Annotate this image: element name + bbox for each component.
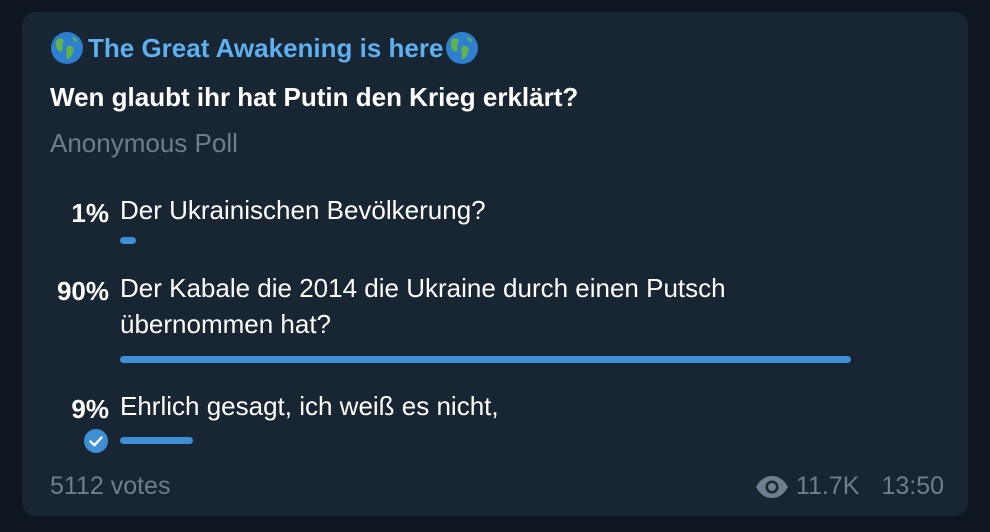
- option-result-fill: [120, 437, 194, 444]
- option-result-bar: [120, 356, 932, 363]
- option-text: Ehrlich gesagt, ich weiß es nicht,: [120, 391, 499, 421]
- chosen-check-icon: [84, 429, 108, 453]
- earth-globe-icon: [51, 32, 83, 64]
- eye-icon: [755, 475, 788, 498]
- option-text: Der Kabale die 2014 die Ukraine durch ei…: [120, 273, 726, 339]
- message-time: 13:50: [881, 472, 944, 500]
- option-text: Der Ukrainischen Bevölkerung?: [120, 195, 486, 225]
- poll-type-label: Anonymous Poll: [50, 128, 238, 158]
- option-percent: 9%: [71, 394, 109, 424]
- vote-count[interactable]: 5112 votes: [50, 472, 170, 501]
- option-percent: 1%: [71, 198, 109, 228]
- channel-name: The Great Awakening is here: [88, 32, 444, 63]
- option-result-fill: [120, 356, 851, 363]
- view-count: 11.7K: [795, 472, 860, 500]
- poll-message-card: The Great Awakening is here Wen glaubt i…: [22, 12, 968, 516]
- poll-question: Wen glaubt ihr hat Putin den Krieg erklä…: [50, 82, 579, 112]
- message-meta: 11.7K 13:50: [754, 472, 944, 501]
- option-result-fill: [120, 237, 136, 244]
- option-percent: 90%: [56, 276, 109, 306]
- option-result-bar: [120, 437, 932, 444]
- option-result-bar: [120, 237, 932, 244]
- channel-name-link[interactable]: The Great Awakening is here: [50, 29, 479, 67]
- earth-globe-icon: [446, 32, 479, 64]
